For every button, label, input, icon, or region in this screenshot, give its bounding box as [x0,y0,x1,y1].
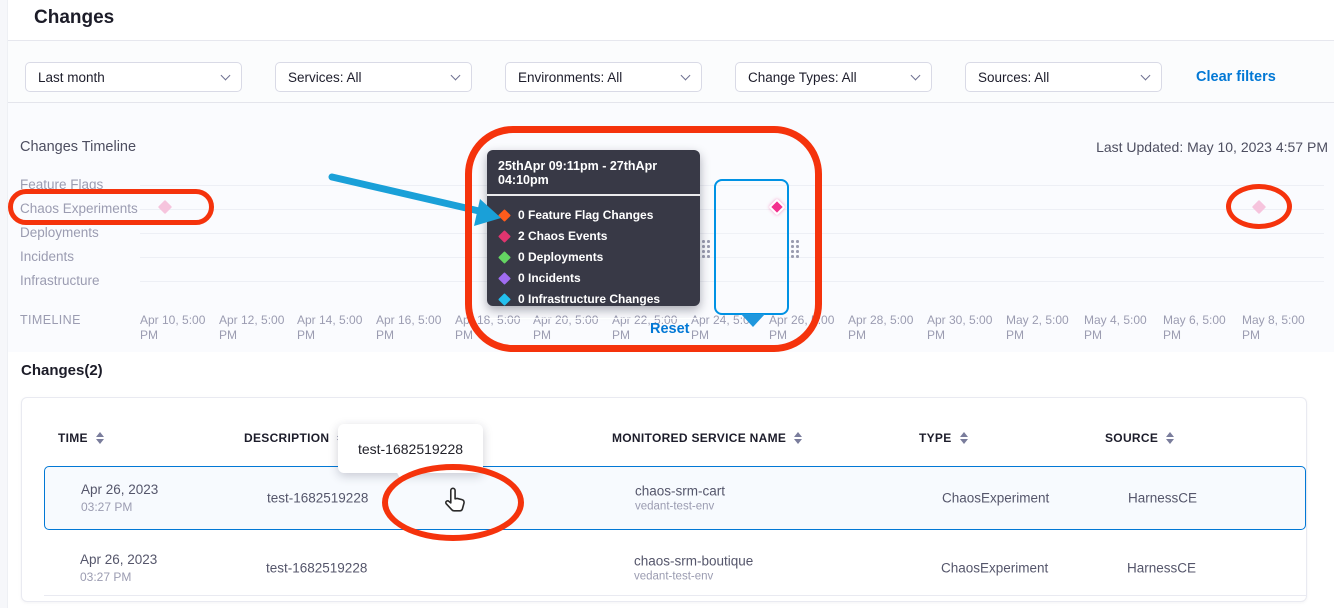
axis-tick: May 8, 5:00PM [1242,313,1318,343]
chevron-down-icon [451,71,461,81]
timeline-row-chaos-experiments: Chaos Experiments [20,201,138,216]
feature-flag-diamond-icon [498,209,511,222]
table-row[interactable]: Apr 26, 202303:27 PM test-1682519228 cha… [44,466,1306,530]
timeline-row-deployments: Deployments [20,225,99,240]
services-dropdown[interactable]: Services: All [275,62,472,92]
last-updated-label: Last Updated: May 10, 2023 4:57 PM [1096,139,1328,155]
column-header-type[interactable]: TYPE [919,431,968,445]
clear-filters-link[interactable]: Clear filters [1196,69,1276,85]
selection-caret-icon [741,314,765,327]
chaos-event-marker[interactable] [1252,200,1266,214]
cell-monitored-service: chaos-srm-boutiquevedant-test-env [634,553,753,582]
changes-count-title: Changes(2) [21,362,103,379]
tooltip-divider [487,318,700,320]
axis-tick: May 2, 5:00PM [1006,313,1082,343]
infrastructure-diamond-icon [498,293,511,306]
axis-tick: Apr 16, 5:00PM [376,313,452,343]
column-header-time[interactable]: TIME [58,431,104,445]
page-title: Changes [34,7,114,29]
changes-timeline-section: Changes Timeline Last Updated: May 10, 2… [8,103,1334,352]
services-value: Services: All [288,70,362,85]
axis-tick: Apr 28, 5:00PM [848,313,924,343]
column-header-description[interactable]: DESCRIPTION [244,431,345,445]
selection-left-handle[interactable] [702,240,710,258]
axis-tick: May 6, 5:00PM [1163,313,1239,343]
left-gutter [0,0,8,608]
column-header-monitored-service[interactable]: MONITORED SERVICE NAME [612,431,802,445]
filter-bar: Last month Services: All Environments: A… [8,41,1334,103]
cell-source: HarnessCE [1128,491,1197,506]
cell-description: test-1682519228 [266,560,367,575]
deployment-diamond-icon [498,251,511,264]
selection-right-handle[interactable] [791,240,799,258]
chaos-event-marker[interactable] [158,200,172,214]
incident-diamond-icon [498,272,511,285]
time-range-dropdown[interactable]: Last month [25,62,242,92]
page-header: Changes [8,0,1334,41]
timeline-axis-label: TIMELINE [20,313,81,327]
tooltip-item-feature-flags: 0 Feature Flag Changes [498,205,689,226]
chevron-down-icon [911,71,921,81]
sources-value: Sources: All [978,70,1049,85]
timeline-title: Changes Timeline [20,139,136,155]
table-row[interactable]: Apr 26, 202303:27 PM test-1682519228 cha… [44,540,1306,596]
axis-tick: Apr 30, 5:00PM [927,313,1003,343]
cell-type: ChaosExperiment [941,560,1048,575]
sort-icon[interactable] [960,432,968,445]
changes-page: Changes Last month Services: All Environ… [0,0,1334,608]
cell-source: HarnessCE [1127,560,1196,575]
column-header-source[interactable]: SOURCE [1105,431,1174,445]
axis-tick: Apr 26, 5:00PM [769,313,845,343]
cell-description: test-1682519228 [267,491,368,506]
axis-tick: Apr 12, 5:00PM [219,313,295,343]
sort-icon[interactable] [96,432,104,445]
sources-dropdown[interactable]: Sources: All [965,62,1162,92]
environments-value: Environments: All [518,70,622,85]
cell-time: Apr 26, 202303:27 PM [80,552,157,584]
chevron-down-icon [681,71,691,81]
tooltip-item-deployments: 0 Deployments [498,247,689,268]
reset-link[interactable]: Reset [650,321,690,337]
chaos-event-diamond-icon [498,230,511,243]
change-types-dropdown[interactable]: Change Types: All [735,62,932,92]
timeline-row-feature-flags: Feature Flags [20,177,103,192]
chevron-down-icon [1141,71,1151,81]
description-hover-tooltip: test-1682519228 [338,424,483,473]
cell-time: Apr 26, 202303:27 PM [81,482,158,514]
axis-tick: Apr 10, 5:00PM [140,313,216,343]
timeline-row-incidents: Incidents [20,249,74,264]
timeline-summary-tooltip: 25thApr 09:11pm - 27thApr 04:10pm 0 Feat… [487,150,700,306]
axis-tick: May 4, 5:00PM [1084,313,1160,343]
tooltip-item-chaos-events: 2 Chaos Events [498,226,689,247]
chevron-down-icon [221,71,231,81]
tooltip-time-range: 25thApr 09:11pm - 27thApr 04:10pm [487,150,700,194]
tooltip-item-incidents: 0 Incidents [498,268,689,289]
tooltip-caret-icon [396,471,413,483]
sort-icon[interactable] [1166,432,1174,445]
changes-table: TIME DESCRIPTION MONITORED SERVICE NAME … [21,397,1307,602]
tooltip-item-infrastructure: 0 Infrastructure Changes [498,289,689,310]
change-types-value: Change Types: All [748,70,857,85]
cell-type: ChaosExperiment [942,491,1049,506]
time-range-value: Last month [38,70,105,85]
sort-icon[interactable] [794,432,802,445]
environments-dropdown[interactable]: Environments: All [505,62,702,92]
axis-tick: Apr 14, 5:00PM [297,313,373,343]
cell-monitored-service: chaos-srm-cartvedant-test-env [635,484,725,513]
timeline-row-infrastructure: Infrastructure [20,273,100,288]
